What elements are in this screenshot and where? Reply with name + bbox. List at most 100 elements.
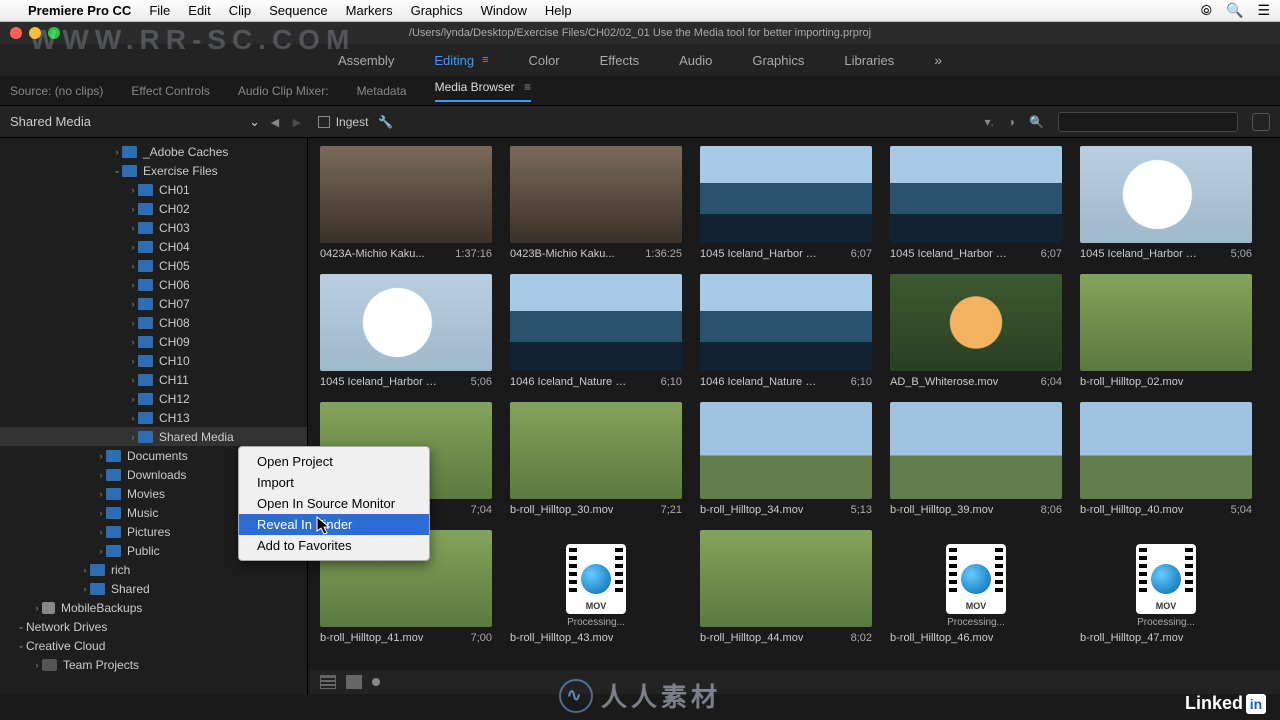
clip-thumbnail[interactable] [890, 402, 1062, 499]
disclosure-icon[interactable]: ⌄ [16, 640, 26, 651]
clip-item[interactable]: b-roll_Hilltop_02.mov [1080, 274, 1252, 388]
tree-row[interactable]: ›CH12 [0, 389, 307, 408]
menu-edit[interactable]: Edit [188, 3, 210, 18]
tree-row[interactable]: ›CH02 [0, 199, 307, 218]
clip-thumbnail[interactable] [320, 274, 492, 371]
clip-thumbnail[interactable]: MOVProcessing... [1080, 530, 1252, 627]
tree-row[interactable]: ›_Adobe Caches [0, 142, 307, 161]
disclosure-icon[interactable]: › [128, 280, 138, 290]
clip-thumbnail[interactable]: MOVProcessing... [510, 530, 682, 627]
clip-item[interactable]: 1045 Iceland_Harbor Sc...5;06 [1080, 146, 1252, 260]
clip-thumbnail[interactable] [1080, 274, 1252, 371]
disclosure-icon[interactable]: › [80, 565, 90, 575]
clip-item[interactable]: MOVProcessing...b-roll_Hilltop_43.mov [510, 530, 682, 644]
clip-thumbnail[interactable] [510, 146, 682, 243]
context-menu-item[interactable]: Reveal In Finder [239, 514, 429, 535]
disclosure-icon[interactable]: › [128, 299, 138, 309]
tree-row[interactable]: ›CH09 [0, 332, 307, 351]
search-input[interactable] [1058, 112, 1238, 132]
thumbnail-view-toggle-icon[interactable] [346, 675, 362, 689]
clip-thumbnail[interactable] [700, 530, 872, 627]
context-menu-item[interactable]: Open Project [239, 451, 429, 472]
clip-item[interactable]: b-roll_Hilltop_34.mov5;13 [700, 402, 872, 516]
disclosure-icon[interactable]: › [128, 375, 138, 385]
search-icon[interactable]: 🔍 [1029, 115, 1044, 129]
clip-item[interactable]: 0423B-Michio Kaku...1:36:25 [510, 146, 682, 260]
tree-row[interactable]: ›CH05 [0, 256, 307, 275]
disclosure-icon[interactable]: › [96, 470, 106, 480]
disclosure-icon[interactable]: › [96, 527, 106, 537]
disclosure-icon[interactable]: › [128, 337, 138, 347]
ingest-checkbox[interactable] [318, 116, 330, 128]
close-window-icon[interactable] [10, 27, 22, 39]
clip-thumbnail[interactable] [700, 146, 872, 243]
filter-icon[interactable]: ▾. [984, 115, 993, 129]
thumbnail-view-icon[interactable] [1252, 113, 1270, 131]
clip-thumbnail[interactable] [320, 146, 492, 243]
context-menu[interactable]: Open ProjectImportOpen In Source Monitor… [238, 446, 430, 561]
clip-item[interactable]: b-roll_Hilltop_44.mov8;02 [700, 530, 872, 644]
clip-grid-area[interactable]: 0423A-Michio Kaku...1:37:160423B-Michio … [308, 138, 1280, 694]
workspace-color[interactable]: Color [529, 53, 560, 68]
nav-forward-icon[interactable]: ► [290, 114, 304, 130]
source-dropdown[interactable]: Shared Media ⌄ [10, 114, 260, 130]
nav-back-icon[interactable]: ◄ [268, 114, 282, 130]
menu-markers[interactable]: Markers [346, 3, 393, 18]
clip-thumbnail[interactable] [510, 402, 682, 499]
clip-thumbnail[interactable] [1080, 402, 1252, 499]
folder-tree[interactable]: ›_Adobe Caches⌄Exercise Files›CH01›CH02›… [0, 138, 308, 694]
tree-row[interactable]: ›CH03 [0, 218, 307, 237]
tree-row[interactable]: ›CH06 [0, 275, 307, 294]
context-menu-item[interactable]: Add to Favorites [239, 535, 429, 556]
tree-row[interactable]: ⌄Creative Cloud [0, 636, 307, 655]
clip-item[interactable]: 0423A-Michio Kaku...1:37:16 [320, 146, 492, 260]
clip-item[interactable]: 1046 Iceland_Nature Sc...6;10 [700, 274, 872, 388]
clip-thumbnail[interactable] [700, 402, 872, 499]
disclosure-icon[interactable]: ⌄ [16, 621, 26, 632]
clip-item[interactable]: 1045 Iceland_Harbor Sc...6;07 [700, 146, 872, 260]
disclosure-icon[interactable]: › [96, 508, 106, 518]
disclosure-icon[interactable]: › [80, 584, 90, 594]
wrench-icon[interactable]: 🔧 [378, 115, 393, 129]
tree-row[interactable]: ›Shared Media [0, 427, 307, 446]
tree-row[interactable]: ›CH07 [0, 294, 307, 313]
panel-tab-effect-controls[interactable]: Effect Controls [131, 84, 209, 98]
tree-row[interactable]: ›rich [0, 560, 307, 579]
menu-clip[interactable]: Clip [229, 3, 251, 18]
disclosure-icon[interactable]: › [32, 660, 42, 670]
disclosure-icon[interactable]: › [128, 394, 138, 404]
clip-item[interactable]: b-roll_Hilltop_40.mov5;04 [1080, 402, 1252, 516]
tree-row[interactable]: ›MobileBackups [0, 598, 307, 617]
disclosure-icon[interactable]: › [128, 185, 138, 195]
clip-thumbnail[interactable] [1080, 146, 1252, 243]
workspace-editing[interactable]: Editing [434, 53, 474, 68]
disclosure-icon[interactable]: › [128, 261, 138, 271]
menu-file[interactable]: File [149, 3, 170, 18]
panel-menu-icon[interactable]: ≡ [521, 80, 531, 94]
disclosure-icon[interactable]: › [96, 489, 106, 499]
menu-help[interactable]: Help [545, 3, 572, 18]
clip-item[interactable]: 1046 Iceland_Nature Sc...6;10 [510, 274, 682, 388]
clip-thumbnail[interactable] [510, 274, 682, 371]
menu-list-icon[interactable]: ☰ [1257, 2, 1270, 19]
disclosure-icon[interactable]: › [32, 603, 42, 613]
clip-item[interactable]: MOVProcessing...b-roll_Hilltop_46.mov [890, 530, 1062, 644]
workspace-graphics[interactable]: Graphics [752, 53, 804, 68]
tree-row[interactable]: ›Team Projects [0, 655, 307, 674]
panel-tab-audio-mixer[interactable]: Audio Clip Mixer: [238, 84, 329, 98]
workspace-effects[interactable]: Effects [600, 53, 640, 68]
clip-item[interactable]: b-roll_Hilltop_39.mov8;06 [890, 402, 1062, 516]
disclosure-icon[interactable]: ⌄ [112, 165, 122, 176]
context-menu-item[interactable]: Import [239, 472, 429, 493]
panel-tab-metadata[interactable]: Metadata [357, 84, 407, 98]
workspace-overflow-icon[interactable]: » [934, 52, 942, 68]
clip-item[interactable]: 1045 Iceland_Harbor S...6;07 [890, 146, 1062, 260]
cc-icon[interactable]: ⦾ [1201, 2, 1212, 19]
clip-item[interactable]: b-roll_Hilltop_30.mov7;21 [510, 402, 682, 516]
tree-row[interactable]: ›CH08 [0, 313, 307, 332]
clip-item[interactable]: AD_B_Whiterose.mov6;04 [890, 274, 1062, 388]
tree-row[interactable]: ›Shared [0, 579, 307, 598]
workspace-libraries[interactable]: Libraries [844, 53, 894, 68]
list-view-icon[interactable] [320, 675, 336, 689]
tree-row[interactable]: ›CH13 [0, 408, 307, 427]
